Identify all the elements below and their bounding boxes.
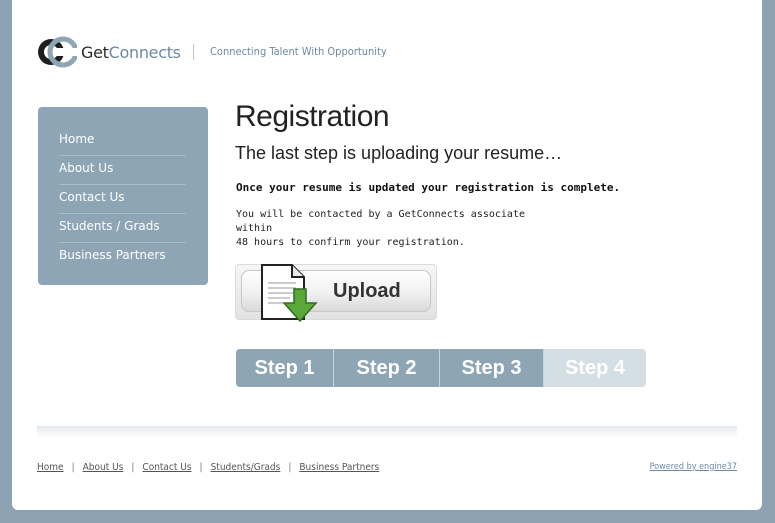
sidebar-item-contact-us[interactable]: Contact Us [59,185,186,214]
tagline: Connecting Talent With Opportunity [193,44,387,60]
upload-button[interactable]: Upload [235,264,437,323]
footer-separator: | [131,462,135,473]
page-title: Registration [235,100,390,133]
footer-separator: | [288,462,292,473]
upload-label: Upload [333,280,401,302]
sidebar: Home About Us Contact Us Students / Grad… [38,107,208,285]
contact-note: You will be contacted by a GetConnects a… [236,208,536,250]
contact-note-line-1: You will be contacted by a GetConnects a… [236,209,525,234]
step-3: Step 3 [440,349,544,387]
footer-separator: | [199,462,203,473]
footer-separator: | [71,462,75,473]
sidebar-item-about-us[interactable]: About Us [59,156,186,185]
footer-divider [37,426,737,438]
step-1: Step 1 [236,349,334,387]
footer-link-contact-us[interactable]: Contact Us [142,462,191,473]
logo[interactable]: GetConnects [37,36,181,68]
contact-note-line-2: 48 hours to confirm your registration. [236,237,465,248]
sidebar-item-business-partners[interactable]: Business Partners [59,243,186,271]
sidebar-item-students-grads[interactable]: Students / Grads [59,214,186,243]
footer-link-business-partners[interactable]: Business Partners [299,462,379,473]
logo-text: GetConnects [81,42,181,62]
footer-link-students-grads[interactable]: Students/Grads [211,462,281,473]
step-4: Step 4 [544,349,646,387]
powered-by-link[interactable]: Powered by engine37 [650,462,737,472]
completion-note: Once your resume is updated your registr… [236,181,621,194]
document-download-icon [261,264,318,323]
page-subtitle: The last step is uploading your resume… [235,143,563,163]
footer-link-about-us[interactable]: About Us [83,462,124,473]
logo-icon [38,36,77,68]
step-progress: Step 1 Step 2 Step 3 Step 4 [236,349,646,387]
page-container: GetConnects Connecting Talent With Oppor… [12,0,762,510]
sidebar-item-home[interactable]: Home [59,127,186,156]
footer-nav: Home | About Us | Contact Us | Students/… [37,462,379,473]
footer-link-home[interactable]: Home [37,462,64,473]
step-2: Step 2 [334,349,440,387]
